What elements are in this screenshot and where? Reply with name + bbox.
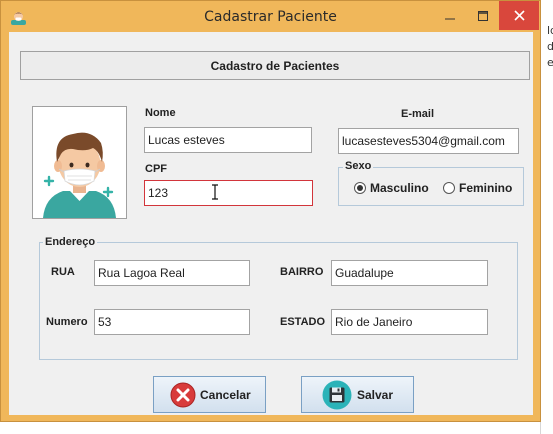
- background-text: ld: [547, 24, 553, 37]
- close-icon: [513, 10, 525, 21]
- bairro-value: Guadalupe: [335, 266, 394, 280]
- bairro-label: BAIRRO: [280, 266, 324, 278]
- text-cursor-icon: [212, 184, 218, 200]
- form-header: Cadastro de Pacientes: [20, 51, 530, 80]
- cadastrar-paciente-window: Cadastrar Paciente Cadastro de Pacientes: [0, 0, 541, 422]
- cpf-field[interactable]: 123: [144, 180, 313, 206]
- email-label: E-mail: [401, 108, 435, 120]
- background-text: d: [547, 40, 553, 53]
- patient-photo: [32, 106, 127, 219]
- nome-field[interactable]: Lucas esteves: [144, 127, 312, 153]
- floppy-disk-icon: [322, 380, 352, 409]
- numero-label: Numero: [46, 316, 88, 328]
- form-header-label: Cadastro de Pacientes: [210, 58, 340, 73]
- feminino-radio[interactable]: Feminino: [443, 181, 512, 195]
- masculino-radio[interactable]: Masculino: [354, 181, 429, 195]
- radio-unselected-icon: [443, 182, 455, 194]
- cpf-label: CPF: [145, 163, 167, 175]
- numero-field[interactable]: 53: [94, 309, 250, 335]
- maximize-button[interactable]: [467, 1, 499, 30]
- sexo-label: Sexo: [343, 160, 374, 172]
- cancel-button-label: Cancelar: [200, 387, 251, 402]
- estado-field[interactable]: Rio de Janeiro: [331, 309, 488, 335]
- background-window: ld d e: [540, 0, 553, 434]
- nome-label: Nome: [145, 107, 176, 119]
- save-button[interactable]: Salvar: [301, 376, 414, 413]
- rua-field[interactable]: Rua Lagoa Real: [94, 260, 250, 286]
- minimize-button[interactable]: [433, 1, 467, 30]
- cancel-icon: [170, 382, 196, 407]
- minimize-icon: [445, 18, 455, 19]
- rua-value: Rua Lagoa Real: [98, 266, 185, 280]
- rua-label: RUA: [51, 266, 75, 278]
- estado-value: Rio de Janeiro: [335, 315, 413, 329]
- numero-value: 53: [98, 315, 112, 329]
- estado-label: ESTADO: [280, 316, 326, 328]
- feminino-label: Feminino: [459, 181, 513, 195]
- close-button[interactable]: [499, 1, 539, 30]
- save-button-label: Salvar: [357, 387, 394, 402]
- maximize-icon: [478, 10, 488, 21]
- background-text: e: [547, 56, 553, 69]
- nome-value: Lucas esteves: [148, 133, 225, 147]
- cpf-value: 123: [148, 186, 169, 200]
- email-value: lucasesteves5304@gmail.com: [342, 134, 505, 148]
- endereco-label: Endereço: [43, 236, 98, 248]
- radio-selected-icon: [354, 182, 366, 194]
- masculino-label: Masculino: [370, 181, 429, 195]
- bairro-field[interactable]: Guadalupe: [331, 260, 488, 286]
- patient-with-mask-icon: [43, 132, 116, 218]
- email-field[interactable]: lucasesteves5304@gmail.com: [338, 128, 519, 154]
- cancel-button[interactable]: Cancelar: [153, 376, 266, 413]
- title-bar[interactable]: Cadastrar Paciente: [1, 1, 540, 32]
- form-panel: Cadastro de Pacientes Nome Lucas esteves…: [9, 32, 533, 415]
